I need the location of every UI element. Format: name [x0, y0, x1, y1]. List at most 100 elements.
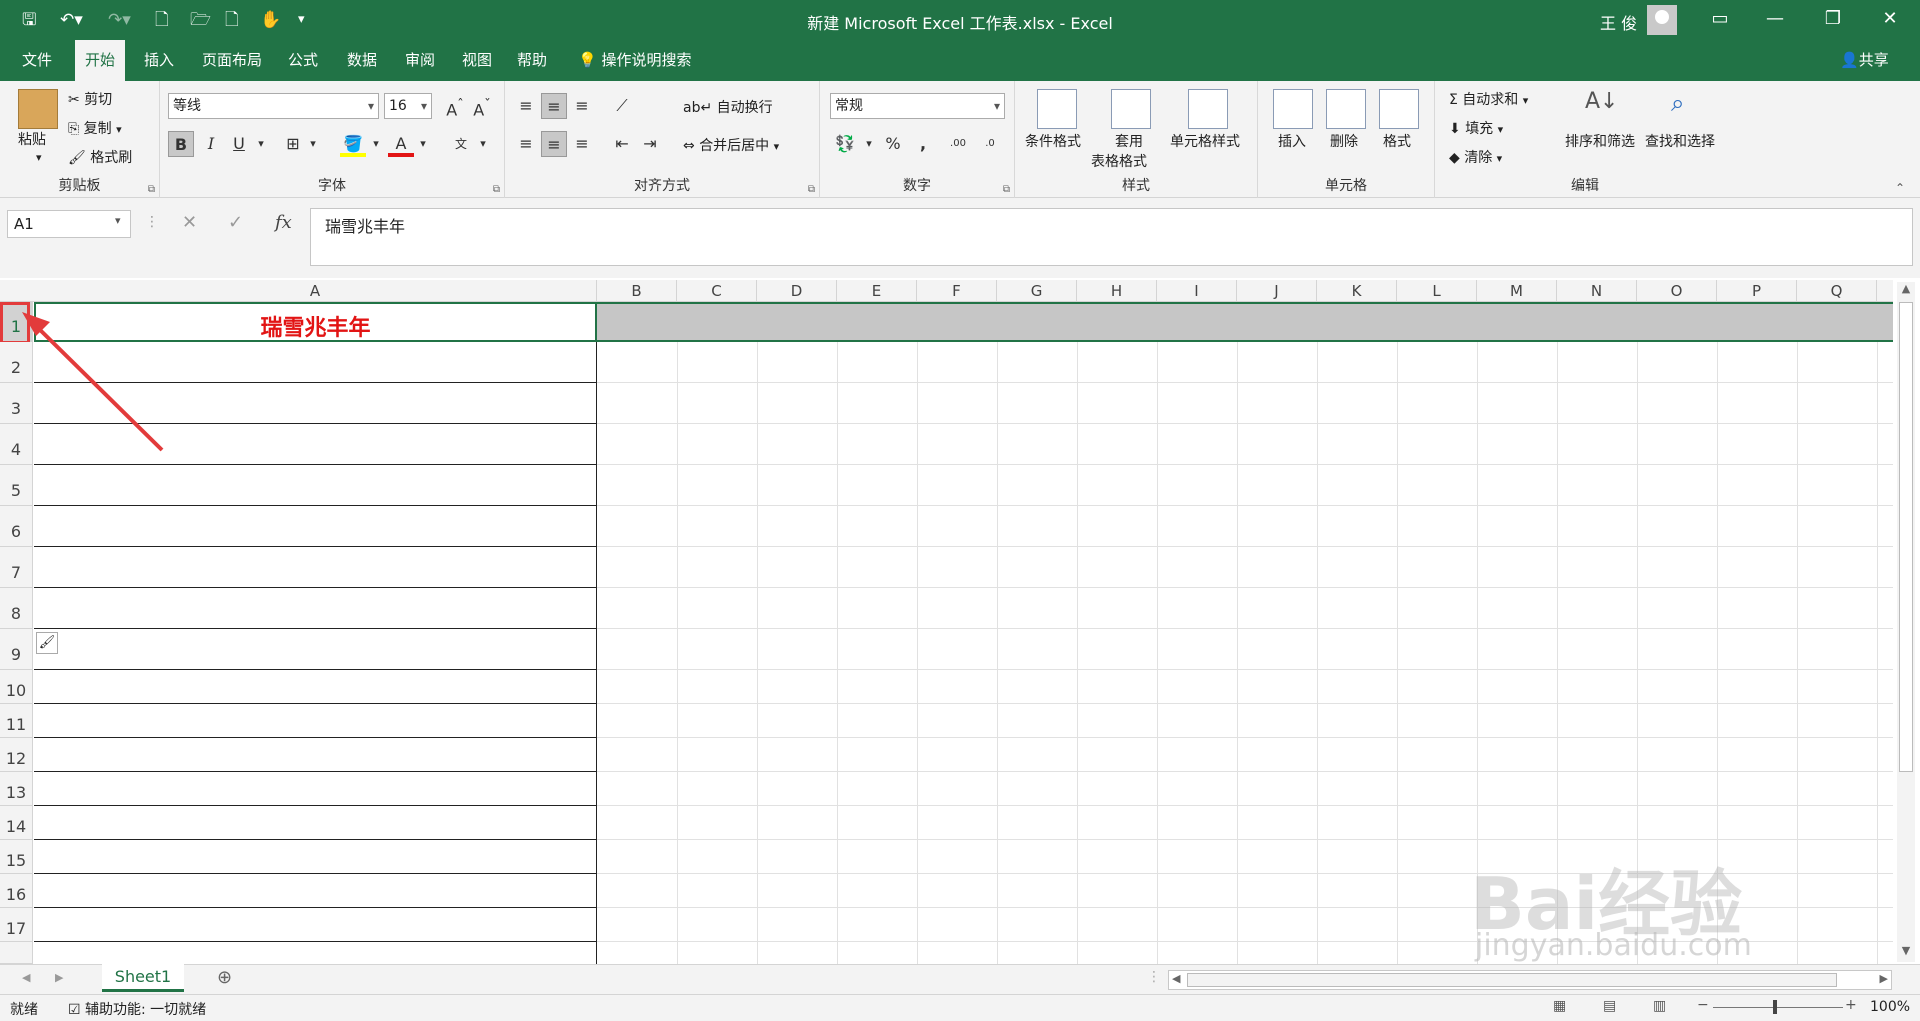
- row-header[interactable]: 8: [0, 588, 33, 629]
- cell[interactable]: [34, 908, 597, 942]
- column-header[interactable]: O: [1637, 280, 1717, 302]
- row-header[interactable]: 15: [0, 840, 33, 874]
- column-header[interactable]: E: [837, 280, 917, 302]
- cell[interactable]: [34, 506, 597, 547]
- accounting-dropdown-icon[interactable]: ▾: [856, 131, 882, 157]
- conditional-format-icon[interactable]: [1037, 89, 1077, 129]
- ribbon-display-icon[interactable]: ▭: [1705, 8, 1735, 29]
- column-header[interactable]: M: [1477, 280, 1557, 302]
- column-header[interactable]: C: [677, 280, 757, 302]
- sheet-tab-sheet1[interactable]: Sheet1: [102, 964, 184, 992]
- number-dialog-launcher-icon[interactable]: ⧉: [1003, 184, 1010, 195]
- cell[interactable]: [34, 772, 597, 806]
- name-box-dropdown-icon[interactable]: ▾: [115, 214, 121, 227]
- search-icon[interactable]: ⌕: [1671, 89, 1684, 117]
- decrease-decimal-icon[interactable]: .0: [977, 131, 1003, 157]
- paste-button[interactable]: 粘贴: [18, 129, 46, 149]
- dialog-launcher-icon[interactable]: ⧉: [148, 184, 155, 195]
- align-right-icon[interactable]: ≡: [569, 131, 595, 157]
- merge-center-button[interactable]: ⇔ 合并后居中 ▾: [683, 135, 779, 155]
- cell[interactable]: [34, 629, 597, 670]
- font-name-select[interactable]: 等线: [168, 93, 379, 119]
- cell[interactable]: [34, 704, 597, 738]
- insert-cells-icon[interactable]: [1273, 89, 1313, 129]
- number-format-select[interactable]: 常规: [830, 93, 1005, 119]
- font-size-select[interactable]: 16: [384, 93, 432, 119]
- column-header[interactable]: Q: [1797, 280, 1877, 302]
- h-scroll-thumb[interactable]: [1187, 973, 1837, 987]
- page-layout-view-icon[interactable]: ▤: [1603, 998, 1616, 1014]
- column-header[interactable]: J: [1237, 280, 1317, 302]
- autosum-button[interactable]: Σ 自动求和 ▾: [1449, 89, 1528, 109]
- column-header[interactable]: P: [1717, 280, 1797, 302]
- format-painter-button[interactable]: 🖌 格式刷: [68, 147, 132, 167]
- tab-insert[interactable]: 插入: [134, 40, 184, 81]
- avatar[interactable]: [1647, 5, 1677, 35]
- normal-view-icon[interactable]: ▦: [1553, 998, 1566, 1014]
- sort-filter-icon[interactable]: A↓: [1585, 89, 1618, 114]
- paste-icon[interactable]: [18, 89, 58, 129]
- prev-sheet-icon[interactable]: ◀: [22, 971, 30, 984]
- paste-dropdown-icon[interactable]: ▾: [36, 151, 42, 164]
- table-format-icon[interactable]: [1111, 89, 1151, 129]
- zoom-slider[interactable]: [1713, 1007, 1843, 1008]
- scroll-up-icon[interactable]: ▲: [1897, 282, 1915, 300]
- align-middle-icon[interactable]: ≡: [541, 93, 567, 119]
- row-header[interactable]: 9: [0, 629, 33, 670]
- decrease-font-icon[interactable]: Aˇ: [469, 93, 495, 119]
- cell-styles-button[interactable]: 单元格样式: [1170, 131, 1240, 151]
- decrease-indent-icon[interactable]: ⇤: [609, 131, 635, 157]
- tab-home[interactable]: 开始: [75, 40, 126, 81]
- scroll-thumb[interactable]: [1899, 302, 1913, 772]
- column-header[interactable]: L: [1397, 280, 1477, 302]
- increase-decimal-icon[interactable]: .00: [945, 131, 971, 157]
- cell[interactable]: [34, 840, 597, 874]
- column-header[interactable]: N: [1557, 280, 1637, 302]
- splitter-icon[interactable]: ⋮: [1147, 969, 1161, 985]
- wrap-text-button[interactable]: ab↵ 自动换行: [683, 97, 773, 117]
- conditional-format-button[interactable]: 条件格式: [1025, 131, 1081, 151]
- column-header[interactable]: B: [597, 280, 677, 302]
- cut-button[interactable]: ✂ 剪切: [68, 89, 112, 109]
- tab-review[interactable]: 审阅: [395, 40, 445, 81]
- row-header[interactable]: 14: [0, 806, 33, 840]
- column-header[interactable]: K: [1317, 280, 1397, 302]
- next-sheet-icon[interactable]: ▶: [55, 971, 63, 984]
- enter-icon[interactable]: ✓: [228, 212, 243, 233]
- cell[interactable]: [34, 588, 597, 629]
- name-box[interactable]: A1: [7, 210, 131, 238]
- user-name[interactable]: 王 俊: [1600, 10, 1637, 34]
- align-bottom-icon[interactable]: ≡: [569, 93, 595, 119]
- percent-icon[interactable]: %: [880, 131, 906, 157]
- share-button[interactable]: 👤共享: [1840, 40, 1889, 81]
- cell[interactable]: [34, 547, 597, 588]
- zoom-in-icon[interactable]: +: [1845, 997, 1857, 1013]
- find-select-button[interactable]: 查找和选择: [1645, 131, 1715, 151]
- zoom-slider-thumb[interactable]: [1773, 1000, 1777, 1014]
- minimize-icon[interactable]: —: [1760, 8, 1790, 29]
- border-dropdown-icon[interactable]: ▾: [300, 131, 326, 157]
- cell[interactable]: [34, 670, 597, 704]
- column-header[interactable]: H: [1077, 280, 1157, 302]
- tab-data[interactable]: 数据: [337, 40, 387, 81]
- horizontal-scrollbar[interactable]: ◀ ▶: [1168, 970, 1892, 990]
- row-header[interactable]: 6: [0, 506, 33, 547]
- format-cells-button[interactable]: 格式: [1383, 131, 1411, 151]
- tab-page-layout[interactable]: 页面布局: [192, 40, 272, 81]
- column-header[interactable]: I: [1157, 280, 1237, 302]
- scroll-down-icon[interactable]: ▼: [1897, 944, 1915, 962]
- fill-button[interactable]: ⬇ 填充 ▾: [1449, 118, 1503, 138]
- tab-view[interactable]: 视图: [452, 40, 502, 81]
- insert-function-icon[interactable]: fx: [275, 212, 292, 233]
- sort-filter-button[interactable]: 排序和筛选: [1565, 131, 1635, 151]
- restore-icon[interactable]: ❐: [1818, 8, 1848, 29]
- column-header[interactable]: D: [757, 280, 837, 302]
- tab-file[interactable]: 文件: [12, 40, 62, 81]
- accessibility-status[interactable]: ☑ 辅助功能: 一切就绪: [68, 999, 206, 1019]
- increase-font-icon[interactable]: Aˆ: [442, 93, 468, 119]
- paste-options-icon[interactable]: 🖌: [36, 632, 58, 654]
- clear-button[interactable]: ◆ 清除 ▾: [1449, 147, 1502, 167]
- row-header[interactable]: 11: [0, 704, 33, 738]
- page-break-view-icon[interactable]: ▥: [1653, 998, 1666, 1014]
- fill-color-dropdown-icon[interactable]: ▾: [363, 131, 389, 157]
